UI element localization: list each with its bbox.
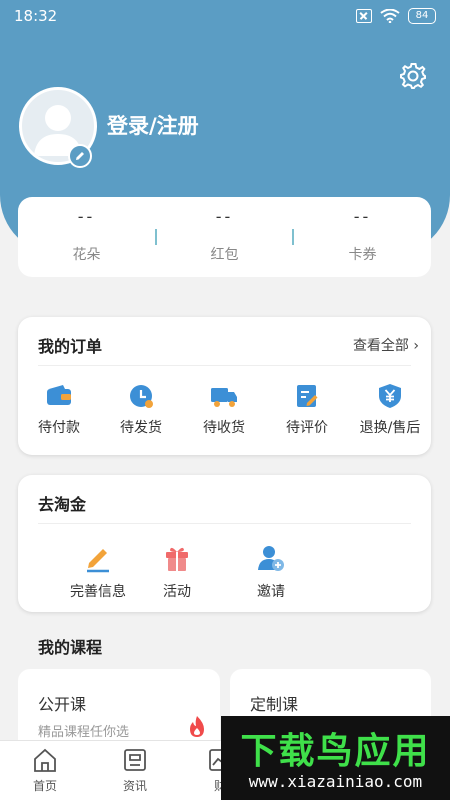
view-all-orders-link[interactable]: 查看全部 › [353,335,419,355]
gold-label: 邀请 [257,584,285,600]
status-time: 18:32 [14,7,58,25]
edit-note-icon [297,385,318,407]
divider [38,365,411,366]
divider [38,523,411,524]
gold-card: 去淘金 完善信息 活动 邀请 [18,475,431,612]
watermark-banner: 下载鸟应用 www.xiazainiao.com [221,716,450,800]
home-icon [34,748,56,772]
battery-indicator: 84 [408,8,436,24]
stat-value: -- [353,207,372,226]
invite-user-icon [258,546,284,571]
no-sim-icon [356,9,372,23]
order-label: 退换/售后 [359,420,421,436]
gold-invite[interactable]: 邀请 [226,543,316,601]
login-register-link[interactable]: 登录/注册 [107,110,199,140]
stat-value: -- [215,207,234,226]
orders-card: 我的订单 查看全部 › 待付款 待发货 待收货 待评价 退换/售后 [18,317,431,455]
status-icons: 84 [356,8,436,24]
stat-coupons[interactable]: -- 卡券 [294,207,431,264]
order-pending-receipt[interactable]: 待收货 [183,383,265,437]
order-pending-shipment[interactable]: 待发货 [100,383,182,437]
course-subtitle: 精品课程任你选 [38,725,130,740]
stat-label: 红包 [210,247,239,263]
watermark-title: 下载鸟应用 [240,731,431,772]
stats-card: -- 花朵 -- 红包 -- 卡券 [18,197,431,277]
pencil-icon [76,152,84,160]
yen-shield-icon [379,384,401,408]
gold-activities[interactable]: 活动 [132,543,222,601]
order-label: 待评价 [286,420,328,436]
stat-flowers[interactable]: -- 花朵 [18,207,155,264]
order-pending-payment[interactable]: 待付款 [18,383,100,437]
order-label: 待付款 [38,420,80,436]
settings-gear-icon[interactable] [398,61,428,91]
orders-title: 我的订单 [38,337,103,356]
gold-label: 完善信息 [70,584,126,600]
gold-title: 去淘金 [38,495,87,514]
stat-label: 卡券 [348,247,377,263]
truck-icon [211,388,237,407]
tab-label: 资讯 [122,779,147,793]
order-returns-aftersales[interactable]: 退换/售后 [349,383,431,437]
wallet-icon [47,385,71,405]
gold-complete-profile[interactable]: 完善信息 [53,543,143,601]
wifi-icon [380,9,400,23]
stat-value: -- [77,207,96,226]
course-title: 公开课 [38,695,87,714]
clock-icon [130,385,153,408]
status-bar: 18:32 84 [0,0,450,32]
tab-label: 首页 [32,779,57,793]
courses-section-title: 我的课程 [38,638,103,657]
order-label: 待发货 [120,420,162,436]
gold-label: 活动 [163,584,191,600]
edit-avatar-button[interactable] [68,144,92,168]
order-label: 待收货 [203,420,245,436]
order-pending-review[interactable]: 待评价 [266,383,348,437]
tab-home[interactable]: 首页 [10,747,80,794]
pencil-icon [87,549,109,573]
gift-icon [166,547,188,571]
tab-news[interactable]: 资讯 [100,747,170,794]
course-title: 定制课 [250,695,299,714]
stat-label: 花朵 [72,247,101,263]
news-icon [124,749,146,771]
stat-red-packets[interactable]: -- 红包 [156,207,293,264]
hot-flame-icon [190,716,204,737]
watermark-url: www.xiazainiao.com [248,772,423,791]
